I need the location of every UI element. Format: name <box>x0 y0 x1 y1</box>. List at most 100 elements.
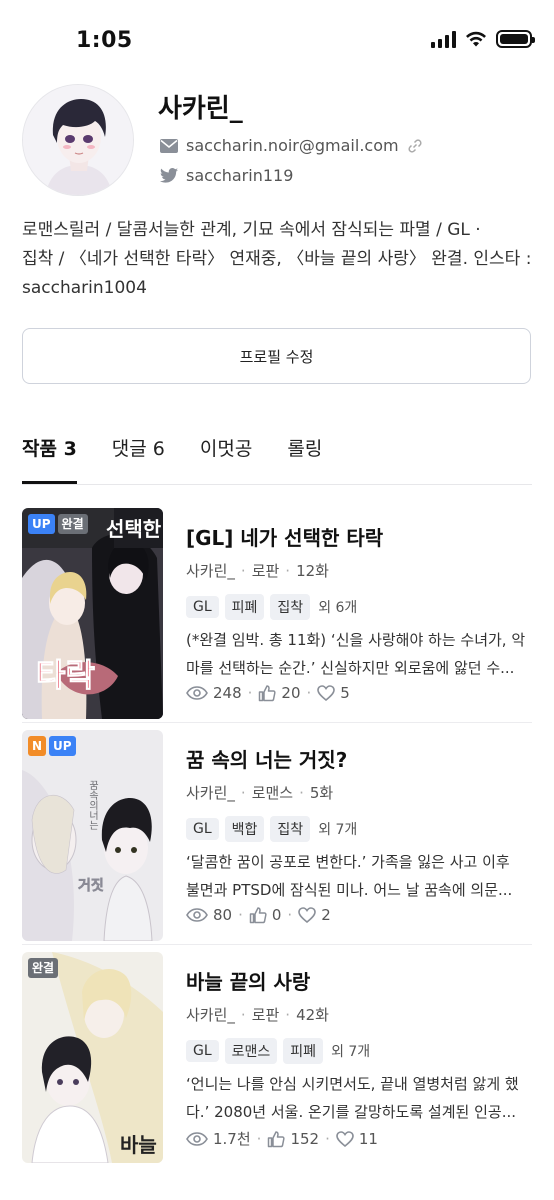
views-stat: 248 <box>186 684 242 702</box>
work-cover[interactable]: 바늘 완결 <box>22 952 163 1163</box>
avatar-illustration <box>23 85 133 195</box>
link-icon[interactable] <box>407 138 423 154</box>
list-divider <box>22 722 532 723</box>
work-genre: 로판 <box>251 1006 280 1024</box>
work-episodes: 42화 <box>296 1006 329 1024</box>
status-icons <box>431 30 535 48</box>
desc-line: (*완결 임박. 총 11화) ‘신을 사랑해야 하는 수녀가, 악 <box>186 631 526 649</box>
tag-chip[interactable]: 집착 <box>270 816 311 842</box>
bio-line: 집착 / 〈네가 선택한 타락〉 연재중, 〈바늘 끝의 사랑〉 완결. 인스타… <box>22 249 532 269</box>
tag-chip[interactable]: 로맨스 <box>224 1038 278 1064</box>
tab-imeotgong[interactable]: 이멋공 <box>200 426 252 484</box>
heart-icon <box>336 1130 354 1147</box>
desc-line: ‘언니는 나를 안심 시키면서도, 끝내 열병처럼 앓게 했 <box>186 1075 519 1093</box>
work-cover[interactable]: 선택한 타락 UP 완결 <box>22 508 163 719</box>
likes-count: 0 <box>271 906 282 924</box>
work-genre: 로판 <box>251 562 280 580</box>
work-description: ‘달콤한 꿈이 공포로 변한다.’ 가족을 잃은 사고 이후 불면과 PTSD에… <box>186 848 532 904</box>
tabs-divider <box>22 484 532 485</box>
desc-line: 마를 선택하는 순간.’ 신실하지만 외로움에 앓던 수... <box>186 659 515 677</box>
eye-icon <box>186 908 208 922</box>
work-description: (*완결 임박. 총 11화) ‘신을 사랑해야 하는 수녀가, 악 마를 선택… <box>186 626 532 682</box>
tab-works[interactable]: 작품 3 <box>22 426 77 484</box>
cover-badges: UP 완결 <box>28 514 88 534</box>
work-title[interactable]: 꿈 속의 너는 거짓? <box>186 744 347 773</box>
cover-subtitle-text: 타락 <box>36 656 95 694</box>
likes-stat: 20 <box>258 684 301 702</box>
eye-icon <box>186 686 208 700</box>
bio-line: saccharin1004 <box>22 278 147 298</box>
work-stats: 1.7천 · 152 · 11 <box>186 1128 378 1149</box>
hearts-stat: 5 <box>317 684 350 702</box>
list-divider <box>22 944 532 945</box>
status-time: 1:05 <box>76 28 133 53</box>
tab-comments[interactable]: 댓글 6 <box>112 426 165 484</box>
work-item[interactable]: 바늘 완결 바늘 끝의 사랑 사카린_ · 로판 · 42화 GL 로맨스 피폐… <box>22 952 532 1164</box>
work-title[interactable]: 바늘 끝의 사랑 <box>186 966 310 995</box>
views-count: 80 <box>213 906 233 924</box>
desc-line: ‘달콤한 꿈이 공포로 변한다.’ 가족을 잃은 사고 이후 <box>186 853 510 871</box>
twitter-row[interactable]: saccharin119 <box>160 166 293 185</box>
tag-row: GL 백합 집착 외 7개 <box>186 816 357 842</box>
tag-chip[interactable]: 집착 <box>270 594 311 620</box>
tag-chip[interactable]: GL <box>186 818 219 840</box>
work-meta: 사카린_ · 로판 · 12화 <box>186 561 329 581</box>
eye-icon <box>186 1131 208 1146</box>
battery-icon <box>496 30 535 48</box>
tag-chip[interactable]: 피폐 <box>283 1038 324 1064</box>
up-badge: UP <box>28 514 55 534</box>
thumbs-up-icon <box>249 907 267 924</box>
cover-badges: N UP <box>28 736 76 756</box>
views-count: 1.7천 <box>213 1130 251 1148</box>
tag-chip[interactable]: GL <box>186 596 219 618</box>
tag-chip[interactable]: GL <box>186 1040 219 1062</box>
hearts-count: 5 <box>340 684 350 702</box>
likes-count: 20 <box>281 684 301 702</box>
cover-illustration: 선택한 타락 <box>22 508 163 719</box>
work-title[interactable]: [GL] 네가 선택한 타락 <box>186 522 383 551</box>
thumbs-up-icon <box>268 1130 286 1147</box>
desc-line: 다.’ 2080년 서울. 온기를 갈망하도록 설계된 인공... <box>186 1103 516 1121</box>
work-cover[interactable]: 꿈속의너는 거짓 N UP <box>22 730 163 941</box>
work-item[interactable]: 선택한 타락 UP 완결 [GL] 네가 선택한 타락 사카린_ · 로판 · … <box>22 508 532 720</box>
heart-icon <box>298 907 317 923</box>
thumbs-up-icon <box>259 685 277 702</box>
cover-title-text: 선택한 <box>106 517 162 541</box>
work-stats: 248 · 20 · 5 <box>186 684 350 702</box>
avatar[interactable] <box>22 84 134 196</box>
email-row[interactable]: saccharin.noir@gmail.com <box>160 136 423 155</box>
work-description: ‘언니는 나를 안심 시키면서도, 끝내 열병처럼 앓게 했 다.’ 2080년… <box>186 1070 532 1126</box>
tab-rolling[interactable]: 롤링 <box>287 426 322 484</box>
cover-subtitle-text: 거짓 <box>78 877 104 894</box>
views-count: 248 <box>213 684 242 702</box>
twitter-icon <box>160 168 178 183</box>
profile-name: 사카린_ <box>158 94 243 124</box>
tag-chip[interactable]: 백합 <box>224 816 265 842</box>
work-author: 사카린_ <box>186 562 235 580</box>
profile-bio: 로맨스릴러 / 달콤서늘한 관계, 기묘 속에서 잠식되는 파멸 / GL · … <box>22 216 534 303</box>
cover-illustration: 꿈속의너는 거짓 <box>22 730 163 941</box>
hearts-stat: 2 <box>298 906 331 924</box>
likes-stat: 152 <box>267 1130 319 1148</box>
work-stats: 80 · 0 · 2 <box>186 906 331 924</box>
more-tags: 외 7개 <box>331 1044 371 1060</box>
likes-count: 152 <box>290 1129 320 1148</box>
edit-profile-button[interactable]: 프로필 수정 <box>22 328 531 384</box>
work-meta: 사카린_ · 로맨스 · 5화 <box>186 783 334 803</box>
views-stat: 1.7천 <box>186 1128 251 1149</box>
cover-illustration: 바늘 <box>22 952 163 1163</box>
cellular-signal-icon <box>431 30 456 48</box>
completed-badge: 완결 <box>57 514 88 534</box>
status-bar: 1:05 <box>0 0 554 84</box>
cover-badges: 완결 <box>28 958 59 978</box>
mail-icon <box>160 138 178 153</box>
work-episodes: 5화 <box>309 784 334 802</box>
tag-chip[interactable]: 피폐 <box>224 594 265 620</box>
hearts-count: 2 <box>321 906 331 924</box>
work-item[interactable]: 꿈속의너는 거짓 N UP 꿈 속의 너는 거짓? 사카린_ · 로맨스 · 5… <box>22 730 532 942</box>
heart-icon <box>317 685 336 701</box>
cover-title-text: 바늘 <box>120 1133 157 1157</box>
more-tags: 외 6개 <box>318 600 358 616</box>
work-genre: 로맨스 <box>251 784 294 802</box>
twitter-handle: saccharin119 <box>186 166 294 185</box>
